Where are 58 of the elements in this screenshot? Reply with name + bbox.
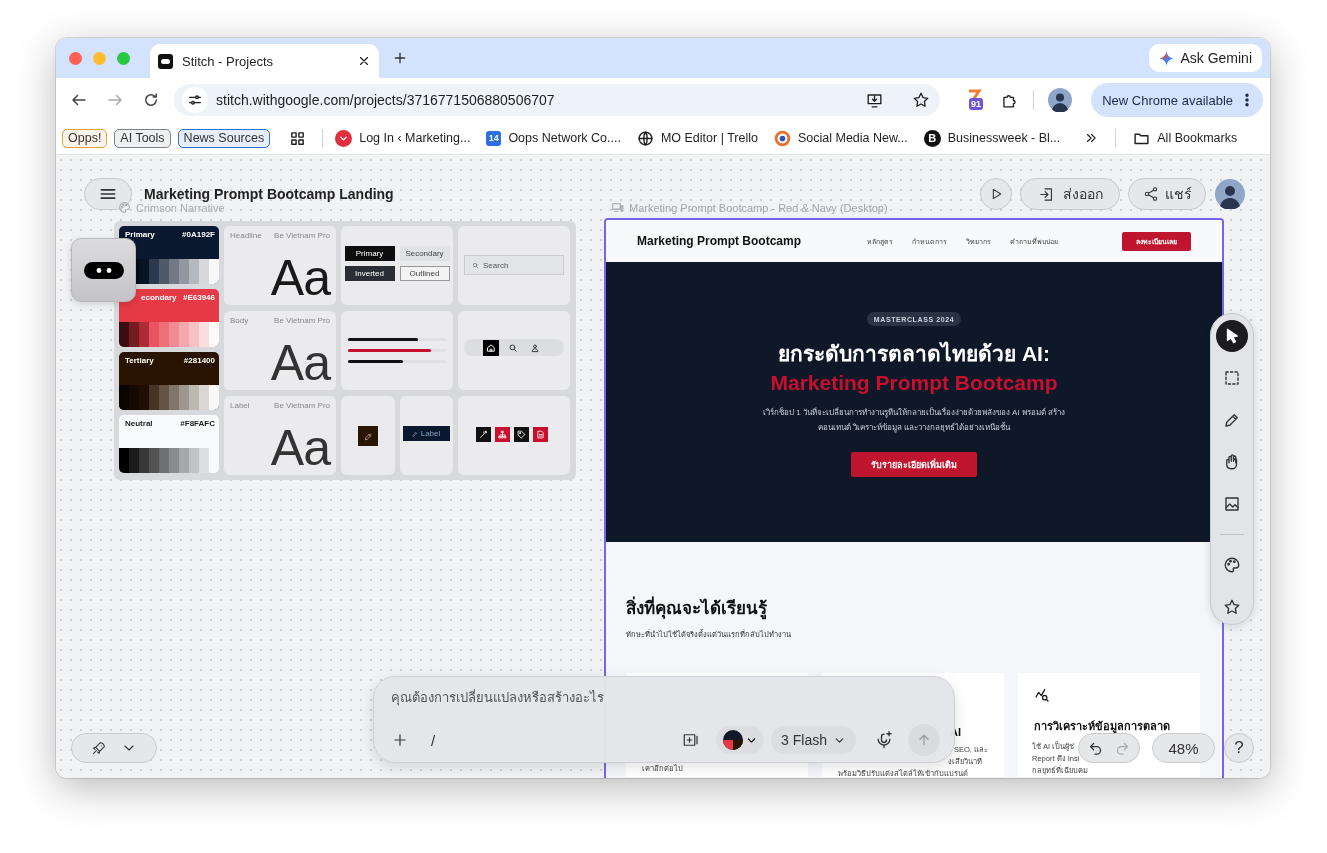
color-hex: #0A192F [182,230,215,241]
bookmark-link[interactable]: Businessweek - Bl... [947,131,1061,145]
type-sample: Aa [270,338,330,388]
search-field: Search [464,255,564,275]
type-sample: Aa [270,253,330,303]
card-title: การวิเคราะห์ข้อมูลการตลาด [1034,719,1170,735]
ask-gemini-button[interactable]: Ask Gemini [1149,44,1262,72]
color-name: Neutral [125,419,153,430]
bookmark-link[interactable]: All Bookmarks [1157,131,1238,145]
sample-button: Outlined [399,266,450,281]
prompt-field[interactable]: คุณต้องการเปลี่ยนแปลงหรือสร้างอะไร [391,687,911,707]
label-chip: Label [402,426,450,441]
type-sample: Aa [270,423,330,473]
slash-command[interactable]: / [431,731,436,749]
site-brand: Marketing Prompt Bootcamp [637,234,801,248]
bookmark-link[interactable]: Oops Network Co.... [508,131,621,145]
design-system-name: Crimson Narrative [136,201,225,214]
color-hex: #E63946 [182,293,215,304]
letter-logo-icon: B [923,129,941,147]
type-role: Body [230,316,249,325]
sample-button: Secondary [399,246,450,261]
sample-button: Inverted [344,266,395,281]
bookmark-link[interactable]: Log In ‹ Marketing... [359,131,471,145]
zoom-level-button[interactable]: 48% [1152,733,1215,763]
hero-description: คอนเทนต์ วิเคราะห์ข้อมูล และวางกลยุทธ์ได้อย่างเหนือชั้น [816,421,1012,435]
type-role: Headline [230,231,262,240]
sample-button: Primary [344,246,395,261]
type-role: Label [230,401,250,410]
hero-description: เวิร์กช็อป 1 วันที่จะเปลี่ยนการทำงานรูทีนให้กลายเป็นเรื่องง่ายด้วยพลังของ AI พรอมต์ สร้าง [762,406,1066,420]
bookmark-folder-chip[interactable]: AI Tools [114,128,171,148]
address-bar[interactable]: stitch.withgoogle.com/projects/3716771506880506707 [174,84,940,116]
share-button[interactable]: แชร์ [1128,178,1206,210]
url-field[interactable]: stitch.withgoogle.com/projects/3716771506880506707 [216,92,857,108]
font-name: Be Vietnam Pro [274,401,330,410]
section-title: สิ่งที่คุณจะได้เรียนรู้ [626,598,1202,620]
help-button[interactable]: ? [1224,733,1254,763]
color-hex: #281400 [183,356,215,367]
bookmark-link[interactable]: MO Editor | Trello [660,131,758,145]
project-title: Marketing Prompt Bootcamp Landing [144,186,394,202]
calendar-icon: 14 [486,130,502,146]
export-button[interactable]: ส่งออก [1020,178,1120,210]
font-name: Be Vietnam Pro [274,316,330,325]
hero-title: ยกระดับการตลาดไทยด้วย AI: [778,340,1050,367]
update-button[interactable]: New Chrome available [1091,83,1263,117]
color-hex: #F8FAFC [180,419,215,430]
bookmark-link[interactable]: Social Media New... [797,131,908,145]
browser-tab[interactable]: Stitch - Projects [150,44,379,78]
font-name: Be Vietnam Pro [274,231,330,240]
color-name: Primary [125,230,155,241]
model-dropdown[interactable]: 3 Flash [771,726,856,754]
details-button[interactable]: รับรายละเอียดเพิ่มเติม [851,452,977,477]
hero-title-accent: Marketing Prompt Bootcamp [770,370,1058,396]
color-name: Tertiary [125,356,154,367]
bookmark-folder-chip[interactable]: Opps! [62,128,108,148]
color-name: econdary [141,293,177,304]
design-system-board[interactable]: Primary #0A192F econdary #E63946 Tertiary #281400 Neutral #F8FAFC Headline Be Vietnam Pro Aa Body Be Vietnam Pro Aa Label Be Vietnam Pro Aa Primary Secondary Inverted Outlined Search Label [114,221,576,480]
frame-label: Marketing Prompt Bootcamp - Red & Navy (Desktop) [629,201,888,214]
bookmark-folder-chip[interactable]: News Sources [177,128,271,148]
